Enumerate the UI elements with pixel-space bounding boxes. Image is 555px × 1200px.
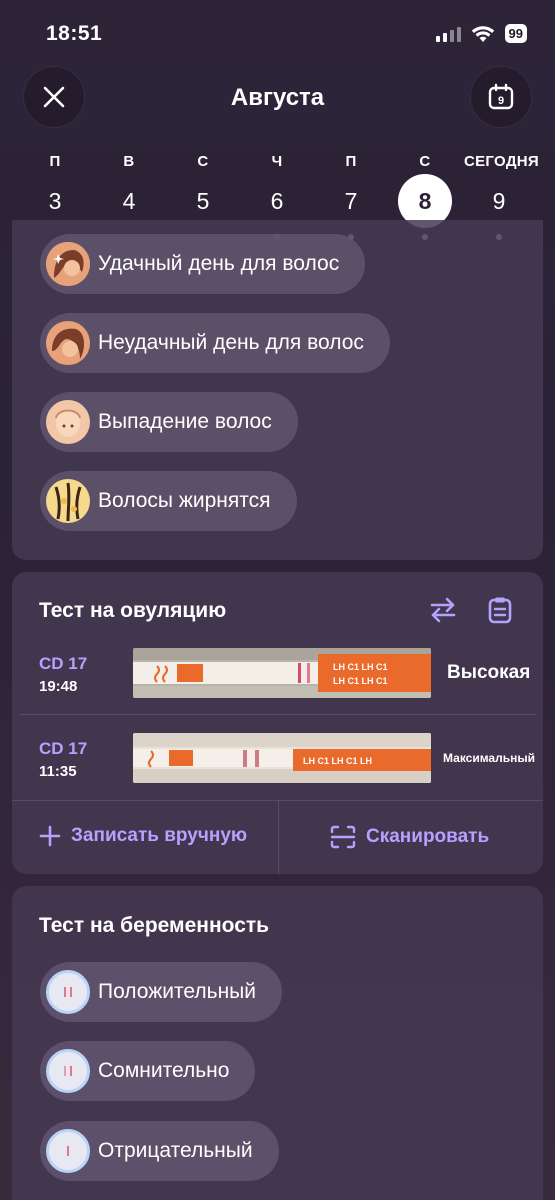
hair-loss-icon	[46, 400, 90, 444]
day-of-week: С	[197, 153, 209, 170]
chip-label: Отрицательный	[98, 1139, 253, 1162]
scan-button[interactable]: Сканировать	[330, 825, 489, 849]
plus-icon	[39, 825, 61, 847]
divider	[19, 714, 536, 715]
calendar-icon: 9	[488, 83, 514, 110]
ovulation-actions-bar: Записать вручную Сканировать	[12, 800, 543, 875]
swap-icon[interactable]	[429, 596, 457, 624]
chip-bad-hair-day[interactable]: Неудачный день для волос	[40, 313, 390, 373]
svg-text:LH C1 LH C1 LH: LH C1 LH C1 LH	[303, 756, 372, 766]
chip-label: Положительный	[98, 980, 257, 1003]
ovulation-result: Максимальный	[443, 751, 535, 765]
chip-label: Сомнительно	[98, 1059, 230, 1082]
battery-indicator: 99	[504, 24, 527, 43]
scan-label: Сканировать	[366, 826, 490, 847]
manual-entry-button[interactable]: Записать вручную	[39, 825, 247, 847]
chip-label: Выпадение волос	[98, 410, 272, 433]
ovulation-actions	[429, 596, 513, 624]
test-strip-photo: LH C1 LH C1 LH	[133, 733, 431, 783]
hair-card: Удачный день для волос Неудачный день дл…	[12, 220, 543, 560]
day-of-week: П	[49, 153, 61, 170]
chip-doubtful[interactable]: Сомнительно	[40, 1041, 256, 1101]
chip-oily-hair[interactable]: Волосы жирнятся	[40, 471, 297, 531]
pregnancy-title: Тест на беременность	[39, 914, 270, 937]
status-time: 18:51	[46, 22, 103, 45]
day-of-week: В	[123, 153, 135, 170]
entry-time: 11:35	[39, 763, 77, 780]
chip-label: Неудачный день для волос	[98, 331, 364, 354]
chip-positive[interactable]: Положительный	[40, 962, 283, 1022]
positive-test-icon	[46, 970, 90, 1014]
test-strip-photo: LH C1 LH C1 LH C1 LH C1	[133, 648, 431, 698]
ovulation-title: Тест на овуляцию	[39, 599, 227, 622]
chip-negative[interactable]: Отрицательный	[40, 1121, 279, 1181]
calendar-badge: 9	[498, 95, 504, 107]
clipboard-icon[interactable]	[487, 596, 513, 624]
oily-hair-icon	[46, 479, 90, 523]
ovulation-result: Высокая	[447, 662, 531, 683]
chip-hair-loss[interactable]: Выпадение волос	[40, 392, 298, 452]
svg-text:LH C1 LH C1: LH C1 LH C1	[333, 676, 388, 686]
vertical-divider	[278, 801, 279, 875]
entry-time: 19:48	[39, 678, 78, 695]
status-bar: 18:51 99	[0, 0, 555, 62]
chip-good-hair-day[interactable]: Удачный день для волос	[40, 234, 366, 294]
day-of-week: Ч	[271, 153, 283, 170]
day-of-week: С	[419, 153, 431, 170]
day-of-week: П	[345, 153, 357, 170]
negative-test-icon	[46, 1129, 90, 1173]
manual-entry-label: Записать вручную	[71, 825, 248, 846]
cycle-day: CD 17	[39, 654, 88, 673]
chip-label: Волосы жирнятся	[98, 489, 271, 512]
chip-label: Удачный день для волос	[98, 252, 340, 275]
signal-icon	[435, 26, 461, 42]
header: Августа 9	[0, 66, 555, 130]
status-icons: 99	[435, 24, 527, 43]
scan-icon	[330, 825, 356, 849]
pregnancy-card: Тест на беременность Положительный Сомни…	[12, 886, 543, 1200]
bad-hair-day-icon	[46, 321, 90, 365]
svg-text:LH C1 LH C1: LH C1 LH C1	[333, 662, 388, 672]
cycle-day: CD 17	[39, 739, 88, 758]
ovulation-entry[interactable]: CD 17 19:48 LH C1 LH C1 LH C1 LH C1 Высо…	[12, 642, 543, 728]
wifi-icon	[471, 25, 494, 42]
calendar-button[interactable]: 9	[470, 66, 532, 128]
ovulation-card: Тест на овуляцию CD 17 19:48 LH C1 LH C1…	[12, 572, 543, 875]
doubtful-test-icon	[46, 1049, 90, 1093]
good-hair-day-icon	[46, 242, 90, 286]
day-of-week: СЕГОДНЯ	[464, 153, 540, 170]
